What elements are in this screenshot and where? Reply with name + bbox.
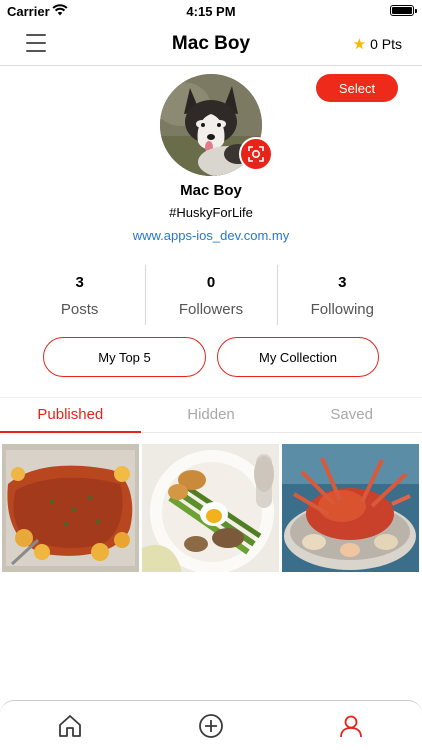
select-button[interactable]: Select: [316, 74, 398, 102]
stat-label: Posts: [60, 301, 99, 318]
tab-saved[interactable]: Saved: [281, 398, 422, 432]
status-bar: Carrier 4:15 PM: [0, 0, 422, 22]
points-label: 0 Pts: [370, 36, 402, 52]
stat-following[interactable]: 3 Following: [276, 265, 408, 325]
home-icon[interactable]: [57, 713, 83, 739]
stat-value: 3: [338, 274, 347, 291]
profile-stats: 3 Posts 0 Followers 3 Following: [14, 265, 408, 325]
status-time: 4:15 PM: [186, 4, 236, 19]
profile-name: Mac Boy: [180, 182, 242, 199]
battery-icon: [390, 5, 417, 16]
tab-published[interactable]: Published: [0, 398, 141, 433]
baked-salmon-photo[interactable]: [2, 444, 139, 572]
bottom-tab-bar: [0, 700, 422, 750]
points-badge[interactable]: ★ 0 Pts: [353, 35, 402, 53]
stat-label: Following: [310, 301, 374, 318]
stat-followers[interactable]: 0 Followers: [145, 265, 276, 325]
seafood-platter-photo[interactable]: [282, 444, 419, 572]
stat-posts[interactable]: 3 Posts: [14, 265, 145, 325]
stat-label: Followers: [178, 301, 244, 318]
stat-value: 3: [75, 274, 84, 291]
content-tabs: Published Hidden Saved: [0, 397, 422, 433]
my-collection-button[interactable]: My Collection: [217, 337, 379, 377]
my-top-5-button[interactable]: My Top 5: [43, 337, 206, 377]
camera-button[interactable]: [239, 137, 273, 171]
nav-bar: Mac Boy ★ 0 Pts: [0, 22, 422, 66]
profile-icon[interactable]: [338, 713, 364, 739]
salad-egg-photo[interactable]: [142, 444, 279, 572]
photo-grid: [2, 444, 420, 572]
camera-icon: [248, 146, 264, 162]
add-icon[interactable]: [198, 713, 224, 739]
star-icon: ★: [352, 36, 367, 53]
stat-value: 0: [206, 274, 216, 291]
tab-hidden[interactable]: Hidden: [141, 398, 282, 432]
profile-website-link[interactable]: www.apps-ios_dev.com.my: [0, 228, 422, 243]
profile-tagline: #HuskyForLife: [169, 205, 253, 220]
